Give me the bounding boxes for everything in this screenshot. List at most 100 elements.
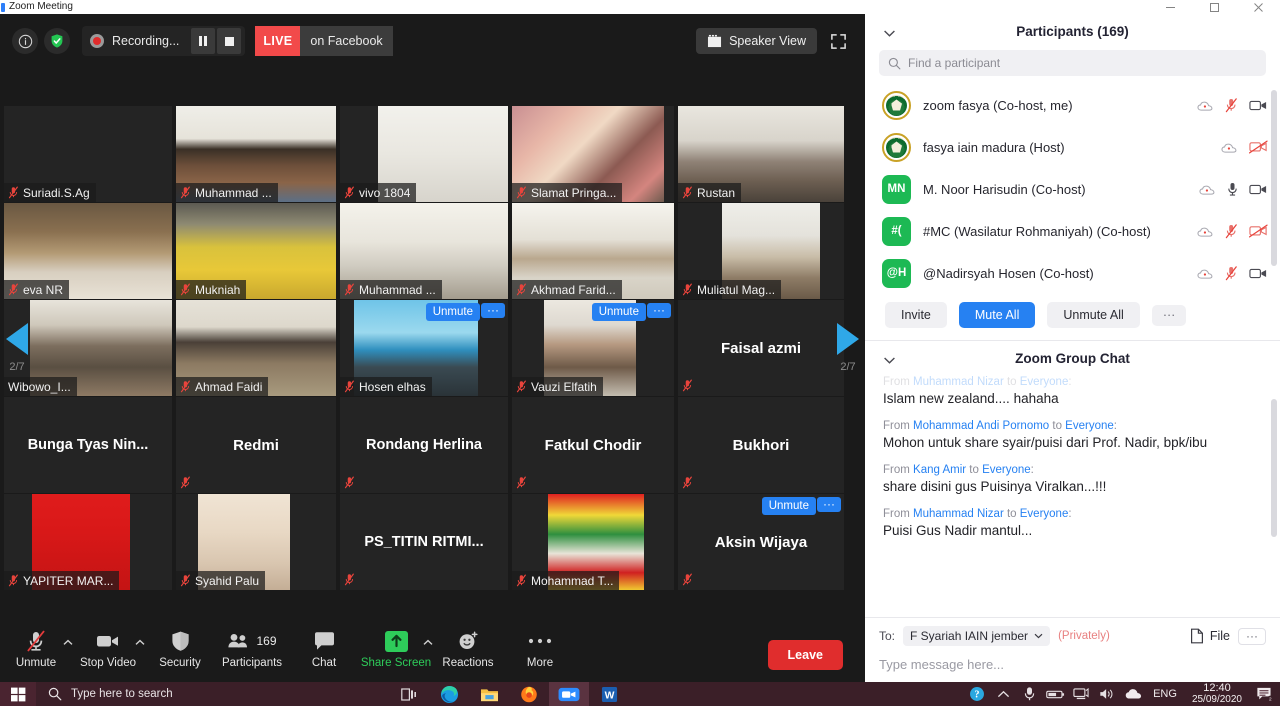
taskbar-clock[interactable]: 12:40 25/09/2020 — [1184, 683, 1250, 706]
participant-video-tile[interactable]: Muhammad ... — [340, 203, 508, 299]
toolbar-item-share-screen[interactable]: Share Screen — [360, 624, 433, 669]
grid-next-page-button[interactable]: 2/7 — [831, 300, 865, 396]
participant-video-tile[interactable]: YAPITER MAR... — [4, 494, 172, 590]
zoom-app-icon[interactable] — [549, 682, 589, 706]
recording-cloud-icon — [1197, 101, 1213, 111]
participant-video-tile[interactable]: Syahid Palu — [176, 494, 336, 590]
chat-recipient-select[interactable]: F Syariah IAIN jember — [903, 626, 1051, 646]
chat-message-list[interactable]: From Muhammad Nizar to Everyone: Islam ne… — [865, 375, 1280, 617]
mic-muted-icon — [344, 186, 354, 199]
participant-video-tile[interactable]: vivo 1804 — [340, 106, 508, 202]
participant-video-tile[interactable]: Faisal azmi — [678, 300, 844, 396]
participant-row[interactable]: zoom fasya (Co-host, me) — [865, 84, 1280, 126]
participant-video-tile[interactable]: Bukhori — [678, 397, 844, 493]
toolbar-item-reactions[interactable]: Reactions — [432, 624, 504, 669]
chat-bubble-icon — [313, 628, 336, 654]
close-icon[interactable] — [1236, 0, 1280, 14]
language-indicator[interactable]: ENG — [1146, 688, 1184, 700]
participant-video-tile[interactable]: Hosen elhas Unmute ··· — [340, 300, 508, 396]
toolbar-item-stop-video[interactable]: Stop Video — [72, 624, 145, 669]
search-input[interactable]: Find a participant — [879, 50, 1266, 76]
participant-video-tile[interactable]: Bunga Tyas Nin... — [4, 397, 172, 493]
toolbar-item-chat[interactable]: Chat — [288, 624, 360, 669]
participants-more-button[interactable]: ··· — [1151, 304, 1187, 326]
chat-file-button[interactable]: File — [1190, 628, 1230, 644]
firefox-icon[interactable] — [509, 682, 549, 706]
participant-video-tile[interactable]: Rustan — [678, 106, 844, 202]
tile-unmute-button[interactable]: Unmute — [425, 303, 480, 321]
tile-unmute-button[interactable]: Unmute — [761, 497, 816, 515]
toolbar-item-unmute[interactable]: Unmute — [0, 624, 73, 669]
help-circle-icon[interactable]: ? — [964, 682, 990, 706]
participant-video-tile[interactable]: Vauzi Elfatih Unmute ··· — [512, 300, 674, 396]
participant-row[interactable]: #(#MC (Wasilatur Rohmaniyah) (Co-host) — [865, 210, 1280, 252]
tile-more-options-button[interactable]: ··· — [817, 497, 841, 512]
participant-video-tile[interactable]: Suriadi.S.Ag — [4, 106, 172, 202]
tile-more-options-button[interactable]: ··· — [481, 303, 505, 318]
show-hidden-icons-icon[interactable] — [990, 682, 1016, 706]
chat-more-button[interactable]: ··· — [1238, 627, 1266, 645]
participants-mute-all-button[interactable]: Mute All — [958, 302, 1036, 328]
chat-scrollbar[interactable] — [1271, 399, 1277, 537]
participant-video-tile[interactable]: Muhammad ... — [176, 106, 336, 202]
stop-recording-button[interactable] — [217, 28, 242, 54]
file-explorer-icon[interactable] — [469, 682, 509, 706]
maximize-icon[interactable] — [1192, 0, 1236, 14]
participants-invite-button[interactable]: Invite — [885, 302, 947, 328]
battery-icon[interactable] — [1042, 682, 1068, 706]
participant-video-tile[interactable]: Akhmad Farid... — [512, 203, 674, 299]
mic-muted-icon — [516, 283, 526, 296]
mic-muted-icon — [682, 573, 692, 586]
participant-video-tile[interactable]: Muliatul Mag... — [678, 203, 844, 299]
shield-check-icon[interactable] — [44, 28, 70, 54]
chevron-down-icon[interactable] — [883, 352, 896, 370]
participant-video-tile[interactable]: Redmi — [176, 397, 336, 493]
network-icon[interactable] — [1068, 682, 1094, 706]
word-app-icon[interactable]: W — [589, 682, 629, 706]
participant-row[interactable]: fasya iain madura (Host) — [865, 126, 1280, 168]
task-view-icon[interactable] — [389, 682, 429, 706]
participant-video-tile[interactable]: Aksin Wijaya Unmute ··· — [678, 494, 844, 590]
chevron-down-icon[interactable] — [883, 25, 896, 43]
tile-unmute-button[interactable]: Unmute — [591, 303, 646, 321]
grid-previous-page-button[interactable]: 2/7 — [0, 300, 34, 396]
view-switch-button[interactable]: Speaker View — [696, 28, 817, 54]
chat-recipient: Everyone — [982, 464, 1031, 476]
participants-scrollbar[interactable] — [1271, 90, 1277, 266]
minimize-icon[interactable] — [1148, 0, 1192, 14]
participant-name: vivo 1804 — [359, 185, 411, 200]
fullscreen-icon[interactable] — [823, 26, 853, 56]
windows-start-icon[interactable] — [0, 682, 36, 706]
participants-unmute-all-button[interactable]: Unmute All — [1047, 302, 1140, 328]
participant-row[interactable]: MN M. Noor Harisudin (Co-host) — [865, 168, 1280, 210]
participant-video-tile[interactable]: PS_TITIN RITMI... — [340, 494, 508, 590]
pause-recording-button[interactable] — [191, 28, 216, 54]
participant-video-tile[interactable]: Ahmad Faidi — [176, 300, 336, 396]
volume-icon[interactable] — [1094, 682, 1120, 706]
participant-video-tile[interactable]: Slamat Pringa... — [512, 106, 674, 202]
participant-video-tile[interactable]: eva NR — [4, 203, 172, 299]
participant-row[interactable]: @H @Nadirsyah Hosen (Co-host) — [865, 252, 1280, 294]
video-off-icon — [1249, 140, 1268, 154]
onedrive-icon[interactable] — [1120, 682, 1146, 706]
toolbar-item-security[interactable]: Security — [144, 624, 216, 669]
chat-message-input[interactable]: Type message here... — [879, 657, 1266, 672]
toolbar-item-more[interactable]: More — [504, 624, 576, 669]
participant-video-tile[interactable]: Mukniah — [176, 203, 336, 299]
leave-button[interactable]: Leave — [767, 640, 843, 670]
clock-date: 25/09/2020 — [1191, 694, 1242, 705]
participant-video-tile[interactable]: Rondang Herlina — [340, 397, 508, 493]
tile-more-options-button[interactable]: ··· — [647, 303, 671, 318]
notifications-icon[interactable]: 2 — [1250, 682, 1280, 706]
participant-video-tile[interactable]: Mohammad T... — [512, 494, 674, 590]
top-bar-right-controls: Speaker View — [696, 26, 853, 56]
participant-status-icons — [1221, 140, 1268, 154]
taskbar-search-box[interactable]: Type here to search — [36, 682, 381, 706]
edge-browser-icon[interactable] — [429, 682, 469, 706]
participant-video-tile[interactable]: Fatkul Chodir — [512, 397, 674, 493]
info-icon[interactable] — [12, 28, 38, 54]
participant-status-icons — [1197, 223, 1268, 239]
microphone-icon[interactable] — [1016, 682, 1042, 706]
taskbar-search-placeholder: Type here to search — [71, 688, 173, 700]
toolbar-item-participants[interactable]: 169 Participants — [216, 624, 288, 669]
